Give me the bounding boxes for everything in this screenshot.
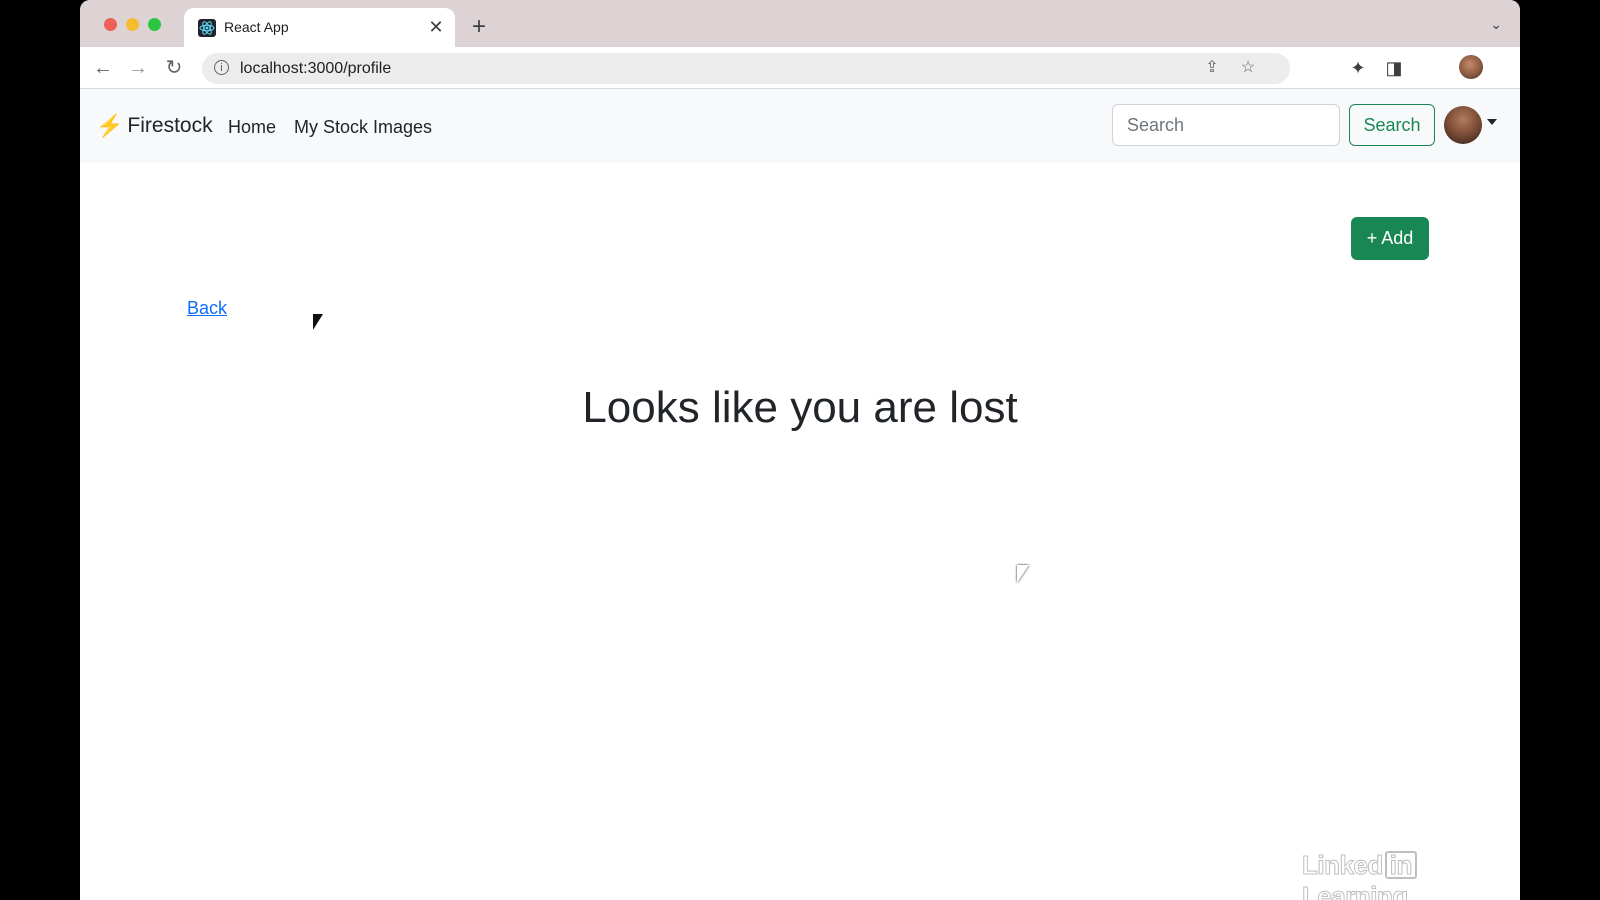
- search-button[interactable]: Search: [1349, 104, 1435, 146]
- back-arrow-icon[interactable]: ←: [91, 56, 115, 80]
- linkedin-learning-watermark: Linked in Learning: [1302, 850, 1520, 900]
- dropdown-caret-icon[interactable]: [1487, 119, 1497, 125]
- tab-strip: React App ✕ + ⌄: [80, 0, 1520, 47]
- nav-link-home[interactable]: Home: [228, 117, 276, 138]
- star-icon[interactable]: ☆: [1238, 58, 1258, 78]
- watermark-linked: Linked: [1302, 850, 1384, 881]
- brand[interactable]: ⚡ Firestock: [96, 113, 213, 139]
- watermark-learning: Learning: [1302, 881, 1409, 900]
- add-button[interactable]: + Add: [1351, 217, 1429, 260]
- close-window-button[interactable]: [104, 18, 117, 31]
- react-icon: [198, 19, 216, 37]
- close-tab-icon[interactable]: ✕: [425, 16, 447, 38]
- lightning-bolt-icon: ⚡: [96, 113, 124, 138]
- app-navbar: ⚡ Firestock Home My Stock Images Search: [80, 89, 1520, 163]
- share-icon[interactable]: ⇪: [1202, 58, 1222, 78]
- brand-name: Firestock: [127, 114, 213, 137]
- tab-title: React App: [224, 19, 289, 35]
- url-text[interactable]: localhost:3000/profile: [240, 60, 391, 78]
- new-tab-icon[interactable]: +: [466, 14, 492, 40]
- nav-link-my-stock-images[interactable]: My Stock Images: [294, 117, 432, 138]
- zoom-window-button[interactable]: [148, 18, 161, 31]
- reload-icon[interactable]: ↻: [162, 56, 186, 80]
- browser-profile-avatar[interactable]: [1459, 55, 1483, 79]
- sidepanel-icon[interactable]: ◨: [1382, 56, 1406, 80]
- minimize-window-button[interactable]: [126, 18, 139, 31]
- browser-toolbar: ← → ↻ i localhost:3000/profile ⇪ ☆ ✦ ◨ ⋮: [80, 47, 1520, 89]
- browser-window: React App ✕ + ⌄ ← → ↻ i localhost:3000/p…: [80, 0, 1520, 900]
- watermark-in: in: [1384, 851, 1417, 879]
- back-link[interactable]: Back: [187, 298, 227, 319]
- avatar[interactable]: [1444, 106, 1482, 144]
- forward-arrow-icon[interactable]: →: [126, 56, 150, 80]
- extensions-icon[interactable]: ✦: [1346, 56, 1370, 80]
- tab-search-chevron-icon[interactable]: ⌄: [1490, 16, 1502, 33]
- info-icon[interactable]: i: [214, 60, 229, 75]
- mouse-cursor-icon: [313, 314, 323, 330]
- page-title: Looks like you are lost: [582, 383, 1018, 432]
- address-bar[interactable]: i localhost:3000/profile ⇪ ☆: [202, 53, 1290, 84]
- mouse-pointer-icon: [1017, 565, 1029, 583]
- browser-tab[interactable]: React App ✕: [184, 8, 455, 47]
- search-input[interactable]: [1112, 104, 1340, 146]
